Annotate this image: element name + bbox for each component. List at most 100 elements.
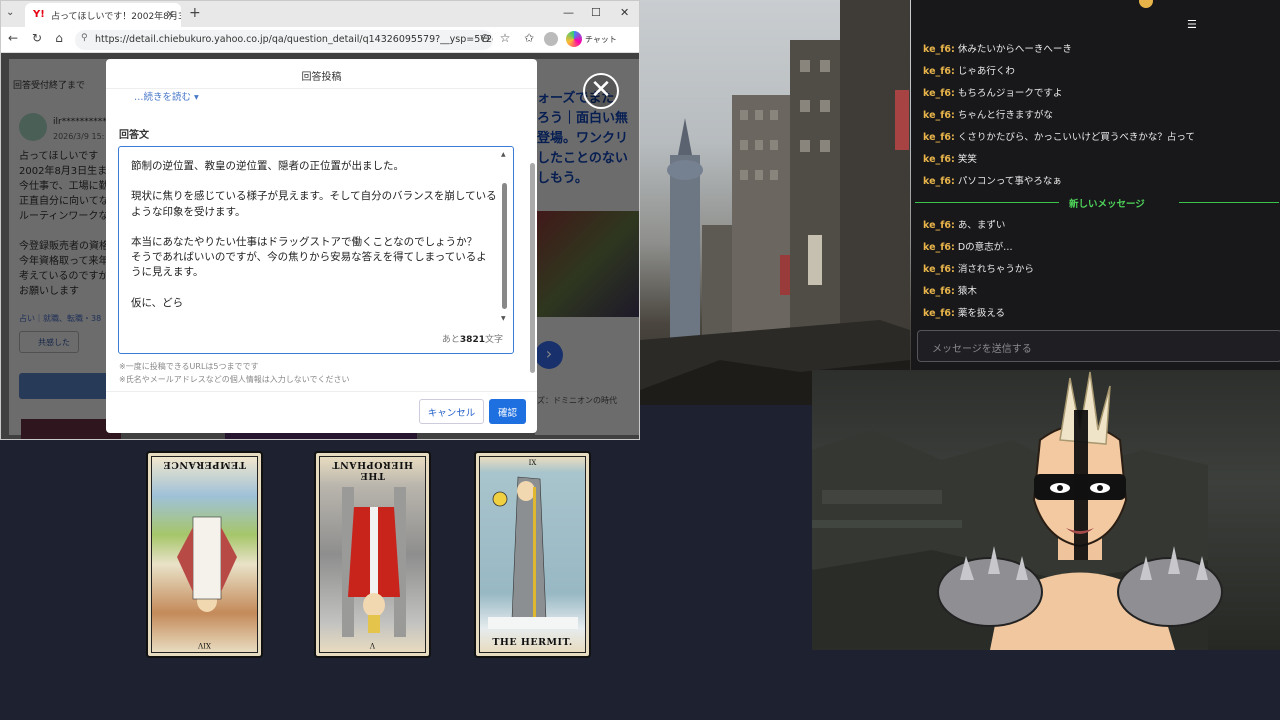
copilot-label[interactable]: チャット — [585, 34, 617, 45]
divider-line — [915, 202, 1059, 203]
chat-text: 薬を扱える — [957, 308, 1006, 319]
chat-username[interactable]: ke_f6: — [923, 154, 955, 165]
hermit-figure-icon — [488, 476, 578, 629]
textarea-scroll-thumb[interactable] — [502, 183, 507, 309]
divider-line — [1179, 202, 1279, 203]
chat-message: ke_f6: 薬を扱える — [923, 305, 1005, 319]
copilot-icon[interactable] — [566, 31, 582, 47]
chat-username[interactable]: ke_f6: — [923, 308, 955, 319]
emote-icon — [1139, 0, 1153, 8]
home-icon[interactable]: ⌂ — [51, 31, 67, 45]
card-art: TEMPERANCE XIV — [151, 456, 258, 653]
chat-input[interactable]: メッセージを送信する — [917, 330, 1280, 362]
chat-text: ちゃんと行きますがな — [957, 110, 1053, 121]
card-number: V — [369, 641, 376, 649]
chat-text: Dの意志が… — [957, 242, 1013, 253]
chat-text: 消されちゃうから — [957, 264, 1034, 275]
chat-text: パソコンって事やろなぁ — [957, 176, 1062, 187]
back-icon[interactable]: ← — [5, 31, 21, 45]
scroll-down-icon[interactable]: ▼ — [501, 315, 506, 322]
browser-window: ⌄ Y! 占ってほしいです！2002年8月3日生ま ✕ + — ☐ ✕ ← ↻ … — [0, 0, 640, 440]
tab-active[interactable]: Y! 占ってほしいです！2002年8月3日生ま ✕ — [25, 3, 181, 27]
chat-text: 休みたいからへーきへーき — [957, 44, 1072, 55]
counter-prefix: あと — [441, 335, 460, 345]
card-art: IX THE HERMIT. — [479, 456, 586, 653]
chat-panel: ☰ ke_f6: 休みたいからへーきへーき ke_f6: じゃあ行くわ ke_f… — [911, 0, 1280, 370]
url-text: https://detail.chiebukuro.yahoo.co.jp/qa… — [95, 34, 493, 45]
new-messages-label: 新しいメッセージ — [1063, 196, 1151, 210]
tarot-card-hermit: IX THE HERMIT. — [474, 451, 591, 658]
chat-username[interactable]: ke_f6: — [923, 66, 955, 77]
chat-username[interactable]: ke_f6: — [923, 44, 955, 55]
favorites-list-icon[interactable]: ✩ — [521, 31, 537, 45]
chat-message: ke_f6: Dの意志が… — [923, 239, 1013, 253]
minimize-icon[interactable]: — — [563, 6, 574, 19]
maximize-icon[interactable]: ☐ — [591, 6, 601, 19]
textarea-scrollbar[interactable]: ▲ ▼ — [501, 151, 508, 323]
favorite-icon[interactable]: ☆ — [497, 31, 513, 45]
card-number: IX — [528, 459, 537, 467]
tab-title: 占ってほしいです！2002年8月3日生ま — [51, 12, 181, 22]
answer-modal: 回答投稿 …続きを読む ▾ 回答文 節制の逆位置、教皇の逆位置、隠者の正位置が出… — [106, 59, 537, 433]
spiked-shoulder-right — [1117, 546, 1223, 627]
answer-textarea[interactable]: 節制の逆位置、教皇の逆位置、隠者の正位置が出ました。 現状に焦りを感じている様子… — [118, 146, 514, 354]
chat-text: くさりかたびら、かっこいいけど買うべきかな？占って — [957, 132, 1195, 143]
chat-username[interactable]: ke_f6: — [923, 176, 955, 187]
site-info-icon[interactable]: ⚲ — [81, 33, 88, 43]
read-more-link[interactable]: …続きを読む ▾ — [134, 89, 199, 103]
reader-icon[interactable]: ⊖ — [477, 31, 493, 45]
chat-message: ke_f6: 休みたいからへーきへーき — [923, 41, 1072, 55]
refresh-icon[interactable]: ↻ — [29, 31, 45, 45]
scroll-up-icon[interactable]: ▲ — [501, 151, 506, 158]
chat-message: ke_f6: 笑笑 — [923, 151, 977, 165]
chat-username[interactable]: ke_f6: — [923, 132, 955, 143]
chat-message: ke_f6: くさりかたびら、かっこいいけど買うべきかな？占って — [923, 129, 1195, 143]
chat-message: ke_f6: ちゃんと行きますがな — [923, 107, 1053, 121]
card-number: XIV — [198, 641, 211, 649]
chat-message: ke_f6: 消されちゃうから — [923, 261, 1034, 275]
chat-username[interactable]: ke_f6: — [923, 88, 955, 99]
new-messages-divider: 新しいメッセージ — [915, 196, 1279, 210]
address-bar: ← ↻ ⌂ ⚲ https://detail.chiebukuro.yahoo.… — [1, 27, 639, 53]
profile-icon[interactable] — [544, 32, 558, 46]
new-tab-icon[interactable]: + — [189, 5, 201, 21]
chat-text: もちろんジョークですよ — [957, 88, 1063, 99]
chat-text: 猿木 — [957, 286, 977, 297]
tab-list-icon[interactable]: ⌄ — [6, 7, 14, 18]
chat-text: じゃあ行くわ — [957, 66, 1015, 77]
card-title: TEMPERANCE — [163, 459, 246, 470]
hierophant-figure-icon — [342, 487, 406, 637]
chat-username[interactable]: ke_f6: — [923, 242, 955, 253]
counter-value: 3821 — [459, 335, 485, 345]
chat-menu-icon[interactable]: ☰ — [1187, 18, 1197, 31]
chat-message: ke_f6: パソコンって事やろなぁ — [923, 173, 1062, 187]
yahoo-favicon-icon: Y! — [33, 9, 45, 20]
modal-scrollbar[interactable] — [530, 93, 535, 423]
modal-close-icon[interactable]: ✕ — [583, 73, 619, 109]
card-title: THE HIEROPHANT — [331, 459, 414, 481]
chat-username[interactable]: ke_f6: — [923, 286, 955, 297]
chat-username[interactable]: ke_f6: — [923, 220, 955, 231]
card-title: THE HERMIT. — [492, 637, 573, 648]
chat-message: ke_f6: あ、まずい — [923, 217, 1005, 231]
privacy-note: ※氏名やメールアドレスなどの個人情報は入力しないでください — [119, 375, 350, 384]
chat-message: ke_f6: じゃあ行くわ — [923, 63, 1015, 77]
tarot-card-temperance: TEMPERANCE XIV — [146, 451, 263, 658]
cancel-button[interactable]: キャンセル — [419, 399, 484, 424]
answer-text: 節制の逆位置、教皇の逆位置、隠者の正位置が出ました。 現状に焦りを感じている様子… — [131, 160, 497, 309]
confirm-button[interactable]: 確認 — [489, 399, 526, 424]
chat-username[interactable]: ke_f6: — [923, 264, 955, 275]
chat-text: 笑笑 — [957, 154, 977, 165]
temperance-angel-icon — [177, 516, 237, 612]
vtuber-avatar — [937, 371, 1223, 650]
close-window-icon[interactable]: ✕ — [620, 6, 629, 19]
char-counter: あと3821文字 — [442, 332, 503, 345]
url-field[interactable]: ⚲ https://detail.chiebukuro.yahoo.co.jp/… — [75, 30, 493, 50]
modal-scroll-thumb[interactable] — [530, 163, 535, 373]
tab-close-icon[interactable]: ✕ — [166, 8, 175, 21]
chat-message: ke_f6: 猿木 — [923, 283, 977, 297]
spiked-shoulder-left — [937, 546, 1043, 627]
chat-username[interactable]: ke_f6: — [923, 110, 955, 121]
modal-title: 回答投稿 — [106, 59, 537, 89]
card-art: THE HIEROPHANT V — [319, 456, 426, 653]
